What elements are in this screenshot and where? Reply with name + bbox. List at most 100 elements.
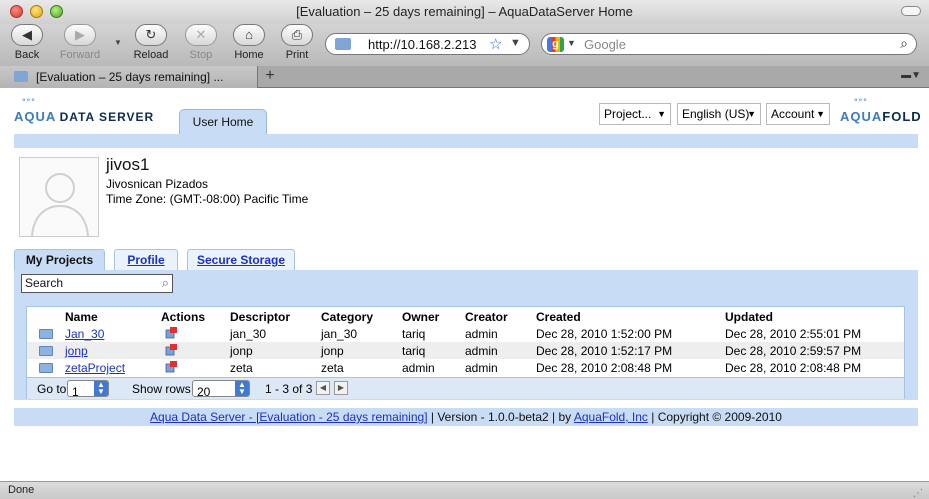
reload-button[interactable]: ↻ Reload (126, 24, 176, 61)
creator-cell: admin (465, 327, 498, 341)
zoom-window-button[interactable] (50, 5, 63, 18)
previous-page-button[interactable]: ◀ (316, 381, 330, 395)
column-header-name[interactable]: Name (65, 310, 98, 324)
page-footer: Aqua Data Server - [Evaluation - 25 days… (14, 408, 918, 426)
logo-bubbles-icon: °°° (22, 97, 36, 107)
address-text[interactable]: http://10.168.2.213 (368, 37, 490, 52)
printer-icon: ⎙ (281, 24, 313, 46)
search-placeholder[interactable]: Google (584, 37, 626, 52)
stop-label: Stop (189, 49, 213, 61)
rows-per-page-select[interactable]: 20 ▲ ▼ (192, 380, 250, 399)
close-window-button[interactable] (10, 5, 23, 18)
status-text: Done (8, 484, 35, 496)
tab-profile-link[interactable]: Profile (127, 253, 164, 267)
column-header-owner[interactable]: Owner (402, 310, 439, 324)
home-icon: ⌂ (233, 24, 265, 46)
folder-icon (39, 346, 53, 356)
tab-favicon-icon (14, 71, 28, 82)
table-row[interactable]: jonp jonp jonp tariq admin Dec 28, 2010 … (27, 342, 904, 359)
print-button[interactable]: ⎙ Print (272, 24, 322, 61)
account-menu[interactable]: Account ▼ (766, 103, 830, 125)
stop-button[interactable]: ✕ Stop (176, 24, 226, 61)
project-link[interactable]: Jan_30 (65, 327, 104, 341)
aqua-data-server-logo[interactable]: °°° AQUA DATA SERVER (14, 97, 154, 124)
print-label: Print (285, 49, 309, 61)
search-engine-chevron-icon[interactable]: ▼ (567, 38, 576, 48)
table-row[interactable]: Jan_30 jan_30 jan_30 tariq admin Dec 28,… (27, 325, 904, 342)
project-menu-label: Project... (604, 107, 652, 121)
tab-title: [Evaluation – 25 days remaining] ... (36, 70, 224, 84)
edit-project-action-icon[interactable] (165, 344, 177, 356)
project-link[interactable]: zetaProject (65, 361, 125, 375)
edit-project-action-icon[interactable] (165, 327, 177, 339)
table-header: Name Actions Descriptor Category Owner C… (27, 307, 904, 325)
minimize-window-button[interactable] (30, 5, 43, 18)
home-button[interactable]: ⌂ Home (224, 24, 274, 61)
language-menu[interactable]: English (US) ▼ (677, 103, 761, 125)
folder-icon (39, 329, 53, 339)
magnifier-icon[interactable]: ⌕ (900, 35, 908, 52)
footer-version: | Version - 1.0.0-beta2 | by (427, 410, 574, 424)
forward-button[interactable]: ▶ Forward (55, 24, 105, 61)
edit-project-action-icon[interactable] (165, 361, 177, 373)
reload-label: Reload (133, 49, 169, 61)
aquafold-logo[interactable]: °°° AQUAFOLD (840, 97, 922, 124)
tab-secure-storage-link[interactable]: Secure Storage (197, 253, 285, 267)
select-stepper-icon: ▲ ▼ (94, 381, 108, 396)
status-bar: Done ⋰ (0, 481, 929, 499)
updated-cell: Dec 28, 2010 2:59:57 PM (725, 344, 862, 358)
goto-page-value: 1 (72, 385, 79, 399)
column-header-descriptor[interactable]: Descriptor (230, 310, 290, 324)
descriptor-cell: jan_30 (230, 327, 267, 341)
google-logo-icon[interactable]: g (547, 37, 564, 52)
column-header-updated[interactable]: Updated (725, 310, 773, 324)
web-page: °°° AQUA DATA SERVER User Home Project..… (0, 89, 929, 481)
history-dropdown-icon[interactable]: ▼ (114, 38, 122, 47)
footer-copyright: | Copyright © 2009-2010 (647, 410, 782, 424)
column-header-creator[interactable]: Creator (465, 310, 508, 324)
back-label: Back (14, 49, 40, 61)
forward-label: Forward (59, 49, 101, 61)
column-header-category[interactable]: Category (321, 310, 373, 324)
search-icon[interactable]: ⌕ (162, 274, 169, 291)
project-search-input[interactable]: Search ⌕ (21, 274, 173, 293)
resize-grip-icon[interactable]: ⋰ (913, 485, 923, 499)
created-cell: Dec 28, 2010 1:52:00 PM (536, 327, 673, 341)
project-link[interactable]: jonp (65, 344, 88, 358)
tab-my-projects[interactable]: My Projects (14, 249, 105, 271)
show-rows-label: Show rows (132, 382, 191, 396)
user-name: jivos1 (106, 155, 150, 174)
new-tab-button[interactable]: + (261, 68, 279, 86)
table-row[interactable]: zetaProject zeta zeta admin admin Dec 28… (27, 359, 904, 376)
category-cell: jan_30 (321, 327, 358, 341)
tab-secure-storage[interactable]: Secure Storage (187, 249, 295, 270)
footer-product-link[interactable]: Aqua Data Server - [Evaluation - 25 days… (150, 410, 427, 424)
next-page-button[interactable]: ▶ (334, 381, 348, 395)
tab-profile[interactable]: Profile (114, 249, 178, 270)
language-menu-label: English (US) (682, 107, 750, 121)
goto-page-select[interactable]: 1 ▲ ▼ (67, 380, 109, 399)
goto-label: Go to (37, 382, 67, 396)
toolbar-toggle-button[interactable] (901, 6, 921, 16)
account-menu-label: Account (771, 107, 815, 121)
reload-icon: ↻ (135, 24, 167, 46)
project-search-text[interactable]: Search (25, 276, 63, 290)
home-label: Home (234, 49, 264, 61)
folder-icon (39, 363, 53, 373)
descriptor-cell: zeta (230, 361, 253, 375)
browser-tab[interactable]: [Evaluation – 25 days remaining] ... (0, 66, 258, 88)
updated-cell: Dec 28, 2010 2:55:01 PM (725, 327, 862, 341)
address-bar[interactable]: http://10.168.2.213 ☆ ▼ (325, 33, 530, 55)
url-history-chevron-icon[interactable]: ▼ (510, 37, 521, 49)
created-cell: Dec 28, 2010 1:52:17 PM (536, 344, 673, 358)
search-bar[interactable]: g ▼ Google ⌕ (541, 33, 917, 55)
window-title: [Evaluation – 25 days remaining] – AquaD… (296, 4, 633, 19)
tab-list-menu-icon[interactable]: ▬▼ (901, 70, 921, 81)
project-menu[interactable]: Project... ▼ (599, 103, 671, 125)
footer-company-link[interactable]: AquaFold, Inc (574, 410, 648, 424)
bookmark-star-icon[interactable]: ☆ (489, 35, 502, 53)
column-header-created[interactable]: Created (536, 310, 581, 324)
user-full-name: Jivosnican Pizados (106, 177, 209, 191)
tab-user-home[interactable]: User Home (179, 109, 267, 135)
back-button[interactable]: ◀ Back (2, 24, 52, 61)
